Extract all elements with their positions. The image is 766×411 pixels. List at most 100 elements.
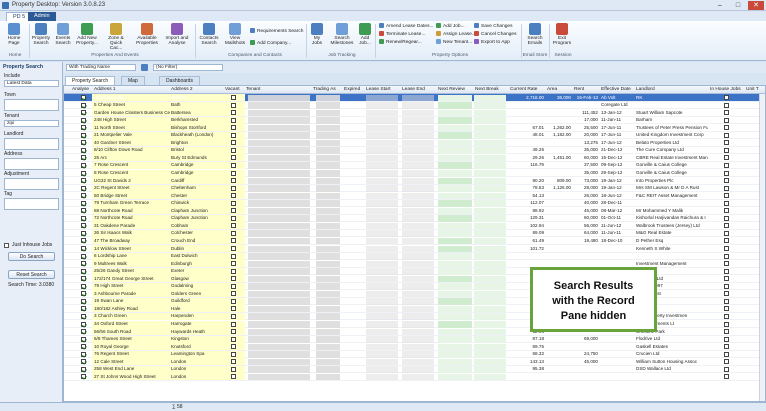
- maximize-button[interactable]: □: [730, 1, 746, 10]
- vacant-checkbox[interactable]: [231, 117, 236, 123]
- col-next-break[interactable]: Next Break: [475, 87, 499, 92]
- table-row[interactable]: 5 Cheap Street Bath Coregate Ltd: [64, 101, 765, 110]
- table-row[interactable]: 79 High StreetGodalmingPension1997: [64, 282, 765, 291]
- vacant-checkbox[interactable]: [231, 329, 236, 335]
- filter-select[interactable]: (No Filter): [153, 64, 223, 71]
- inhouse-checkbox[interactable]: [724, 230, 729, 236]
- table-row[interactable]: 50 Bridge Street Chester 54.13 26,000 18-Jun…: [64, 192, 765, 200]
- analyse-checkbox[interactable]: [81, 246, 86, 251]
- analyse-checkbox[interactable]: [81, 215, 86, 221]
- analyse-checkbox[interactable]: [81, 306, 86, 312]
- table-row[interactable]: 11 North Street Bishops Stortford 67.01 1,2…: [64, 124, 765, 132]
- table-row[interactable]: 31 Oakdene Parade Cobham 102.94 56,000 11-Ju…: [64, 222, 765, 230]
- close-button[interactable]: ✕: [748, 1, 764, 10]
- inhouse-checkbox[interactable]: [724, 329, 729, 335]
- view-select[interactable]: With Trading Name: [66, 64, 136, 71]
- cancel-changes-button[interactable]: Cancel Changes: [474, 31, 516, 38]
- inhouse-checkbox[interactable]: [724, 253, 729, 259]
- table-row[interactable]: 40 Gardner Street Brighton 13,275 17-Jun-12…: [64, 139, 765, 147]
- inhouse-checkbox[interactable]: [724, 193, 729, 199]
- table-row[interactable]: 10 Royal George Knutsford 69.75 Gaskell Est…: [64, 343, 765, 351]
- vacant-checkbox[interactable]: [231, 321, 236, 327]
- table-row[interactable]: 3 Church Green Harpenden Lade Property Inv…: [64, 312, 765, 321]
- reset-search-button[interactable]: Reset Search: [8, 270, 55, 279]
- vacant-checkbox[interactable]: [231, 110, 236, 116]
- vacant-checkbox[interactable]: [231, 200, 236, 206]
- analyse-checkbox[interactable]: [81, 117, 86, 123]
- analyse-checkbox[interactable]: [81, 95, 86, 100]
- analyse-checkbox[interactable]: [81, 366, 86, 372]
- inhouse-checkbox[interactable]: [724, 291, 729, 297]
- analyse-checkbox[interactable]: [81, 178, 86, 184]
- events-search-button[interactable]: Events Search: [53, 23, 73, 46]
- inhouse-checkbox[interactable]: [724, 283, 729, 289]
- vacant-checkbox[interactable]: [231, 351, 236, 357]
- table-row[interactable]: 8/10 Clifton Down Road Bristol 49.25 35,000…: [64, 146, 765, 155]
- col-address1[interactable]: Address 1: [94, 87, 116, 92]
- search-emails-button[interactable]: Search Emails: [524, 23, 546, 46]
- analyse-checkbox[interactable]: [81, 110, 86, 116]
- contacts-search-button[interactable]: Contacts Search: [198, 23, 220, 46]
- inhouse-checkbox[interactable]: [724, 178, 729, 184]
- col-expired[interactable]: Expired: [344, 87, 360, 92]
- vacant-checkbox[interactable]: [231, 283, 236, 289]
- table-row[interactable]: 38 Bedford Hill Balham 2,716.00 36,000 15-Fe…: [64, 94, 765, 102]
- inhouse-checkbox[interactable]: [724, 261, 729, 267]
- inhouse-checkbox[interactable]: [724, 147, 729, 153]
- vacant-checkbox[interactable]: [231, 170, 236, 176]
- search-milestones-button[interactable]: Search Milestones: [328, 23, 356, 46]
- inhouse-checkbox[interactable]: [724, 155, 729, 161]
- vacant-checkbox[interactable]: [231, 162, 236, 168]
- import-analyse-button[interactable]: Import and Analyse: [164, 23, 190, 46]
- table-row[interactable]: 172/174 Great George StreetGlasgowGlasgo…: [64, 275, 765, 283]
- analyse-checkbox[interactable]: [81, 276, 86, 282]
- vacant-checkbox[interactable]: [231, 261, 236, 267]
- analyse-checkbox[interactable]: [81, 238, 86, 244]
- vacant-checkbox[interactable]: [231, 336, 236, 342]
- table-row[interactable]: 258 West End Lane London 95.38 DSD Wallace …: [64, 365, 765, 374]
- vacant-checkbox[interactable]: [231, 276, 236, 282]
- analyse-checkbox[interactable]: [81, 125, 86, 131]
- analyse-checkbox[interactable]: [81, 283, 86, 289]
- requirements-search-button[interactable]: Requirements Search: [250, 28, 303, 35]
- vacant-checkbox[interactable]: [231, 178, 236, 184]
- table-row[interactable]: 36 Sir Isaacs Walk Colchester 89.09 64,000 1…: [64, 229, 765, 238]
- analyse-checkbox[interactable]: [81, 193, 86, 199]
- table-row[interactable]: 12 Cale Street London 143.13 45,000 William …: [64, 358, 765, 366]
- table-row[interactable]: UG32 St Davids 2 Cardiff 90.20 809.00 73,000…: [64, 177, 765, 185]
- inhouse-checkbox[interactable]: [724, 125, 729, 131]
- table-row[interactable]: 47 The Broadway Crouch End 61.49 19,480 18-D…: [64, 237, 765, 245]
- table-row[interactable]: 6/8 Thames Street Kingston 87.18 69,000 Flod…: [64, 335, 765, 344]
- landlord-input[interactable]: [4, 138, 59, 150]
- col-effective-date[interactable]: Effective Date: [601, 87, 631, 92]
- amend-lease-dates-button[interactable]: Amend Lease Dates...: [379, 23, 433, 30]
- analyse-checkbox[interactable]: [81, 344, 86, 350]
- table-row[interactable]: 56/56 South RoadHaywards Heath52.96Chris…: [64, 328, 765, 336]
- vacant-checkbox[interactable]: [231, 95, 236, 100]
- vacant-checkbox[interactable]: [231, 223, 236, 229]
- vacant-checkbox[interactable]: [231, 140, 236, 146]
- analyse-checkbox[interactable]: [81, 329, 86, 335]
- col-inhouse-jobs[interactable]: In House Jobs: [710, 87, 741, 92]
- analyse-checkbox[interactable]: [81, 374, 86, 380]
- col-address2[interactable]: Address 2: [171, 87, 193, 92]
- analyse-checkbox[interactable]: [81, 313, 86, 319]
- vacant-checkbox[interactable]: [231, 185, 236, 191]
- analyse-checkbox[interactable]: [81, 298, 86, 304]
- table-row[interactable]: 3 Ashbourne ParadeGolders GreenPennine E…: [64, 290, 765, 298]
- vacant-checkbox[interactable]: [231, 359, 236, 365]
- inhouse-checkbox[interactable]: [724, 185, 729, 191]
- inhouse-checkbox[interactable]: [724, 162, 729, 168]
- analyse-checkbox[interactable]: [81, 200, 86, 206]
- col-lease-start[interactable]: Lease Start: [366, 87, 391, 92]
- tab-admin[interactable]: Admin: [28, 12, 56, 21]
- address-input[interactable]: [4, 158, 59, 170]
- zone-button[interactable]: Zone & Quick Cac...: [103, 23, 129, 52]
- view-mailshots-button[interactable]: View Mailshots: [223, 23, 247, 46]
- tag-input[interactable]: [4, 198, 59, 210]
- analyse-checkbox[interactable]: [81, 132, 86, 138]
- inhouse-checkbox[interactable]: [724, 374, 729, 380]
- inhouse-checkbox[interactable]: [724, 140, 729, 146]
- terminate-lease-button[interactable]: Terminate Lease...: [379, 31, 425, 38]
- inhouse-checkbox[interactable]: [724, 268, 729, 274]
